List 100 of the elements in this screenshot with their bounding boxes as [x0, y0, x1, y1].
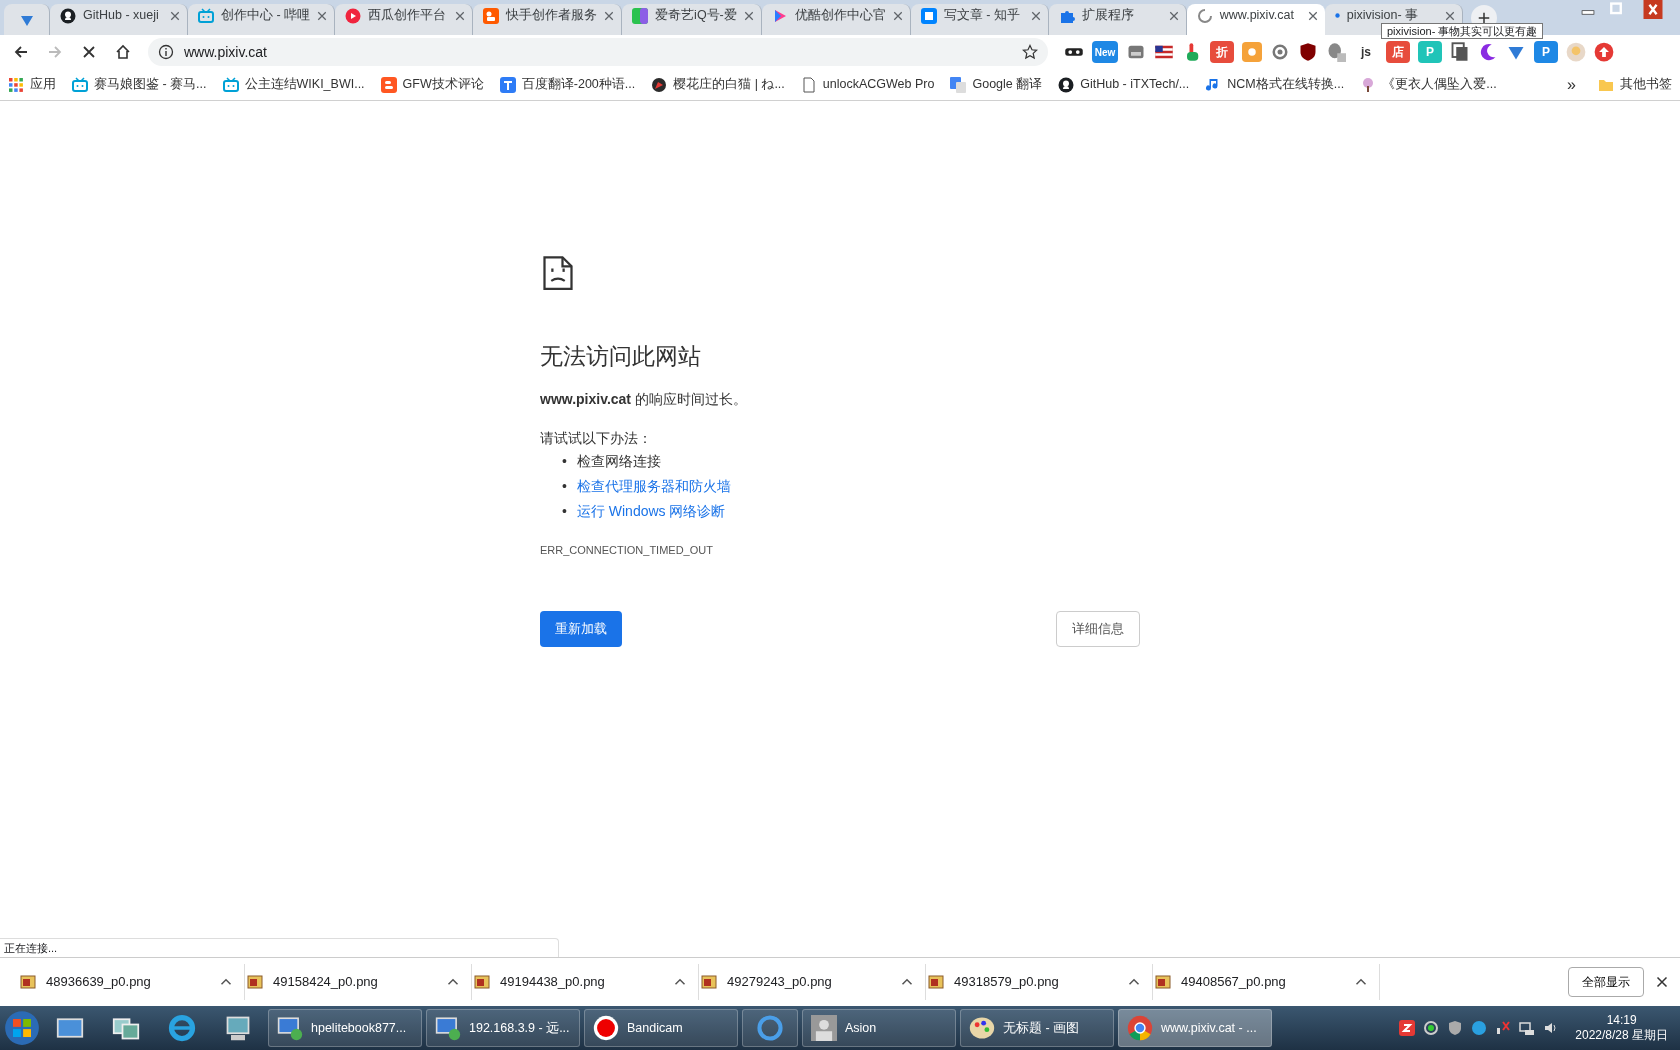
- bookmark-link[interactable]: 百度翻译-200种语...: [521, 75, 636, 94]
- copy-icon[interactable]: [1450, 42, 1470, 62]
- apps-grid-icon: [8, 76, 24, 93]
- suggestion-link[interactable]: 运行 Windows 网络诊断: [576, 500, 726, 522]
- tooltip: pixivision- 事物其实可以更有趣: [1381, 23, 1544, 39]
- moon-icon[interactable]: [1478, 42, 1498, 62]
- tab-title: 创作中心 - 哔哩: [221, 7, 311, 25]
- bookmark-link[interactable]: NCM格式在线转换...: [1227, 75, 1345, 94]
- bullet: •: [562, 476, 567, 496]
- file-icon: [800, 76, 817, 93]
- suggestion-link[interactable]: 检查代理服务器和防火墙: [576, 475, 731, 497]
- plus-icon[interactable]: [1477, 12, 1490, 24]
- taskbar-label: www.pixiv.cat - ...: [1161, 1019, 1257, 1037]
- clock-time: 14:19: [1606, 1013, 1637, 1028]
- target-icon[interactable]: [1270, 42, 1290, 62]
- camera-square-icon: [483, 7, 500, 24]
- suggestion-text: 检查网络连接: [576, 451, 661, 471]
- error-code: ERR_CONNECTION_TIMED_OUT: [540, 542, 714, 558]
- browser-tab[interactable]: 扩展程序: [1048, 4, 1187, 35]
- extension-button[interactable]: 折: [1210, 41, 1234, 63]
- browser-tab[interactable]: 西瓜创作平台: [335, 4, 474, 35]
- bookmark-link[interactable]: GitHub - iTXTech/...: [1080, 75, 1190, 94]
- details-button[interactable]: 详细信息: [1056, 611, 1140, 647]
- image-file-icon: [928, 974, 944, 990]
- close-icon[interactable]: [1307, 10, 1318, 21]
- extension-button[interactable]: P: [1534, 41, 1558, 63]
- rocket-icon: [651, 76, 668, 93]
- blog-logo-icon: [380, 76, 397, 93]
- download-file-name[interactable]: 48936639_p0.png: [46, 972, 210, 992]
- taskbar-label: 无标题 - 画图: [1003, 1019, 1080, 1037]
- remote-desktop-icon: [435, 1015, 461, 1041]
- download-file-name[interactable]: 49408567_p0.png: [1181, 972, 1345, 992]
- taskbar-label: hpelitebook877...: [311, 1019, 407, 1037]
- arrow-up-icon[interactable]: [1594, 42, 1614, 62]
- connection-icon[interactable]: [1519, 1020, 1536, 1036]
- close-icon[interactable]: [1656, 976, 1668, 988]
- gradient-square-icon: [632, 7, 649, 24]
- computer-icon[interactable]: [224, 1014, 252, 1042]
- tab-title: 扩展程序: [1081, 7, 1135, 25]
- start-orb-icon[interactable]: [4, 1010, 40, 1046]
- play-circle-icon: [345, 7, 362, 24]
- image-file-icon: [247, 974, 263, 990]
- status-circle-icon[interactable]: [1423, 1020, 1440, 1036]
- spinner-icon: [1196, 7, 1213, 24]
- browser-tab[interactable]: 写文章 - 知乎: [910, 4, 1049, 35]
- taskbar-button[interactable]: Asion: [802, 1009, 956, 1047]
- taskbar-button[interactable]: [742, 1009, 798, 1047]
- browser-e-icon[interactable]: [168, 1014, 196, 1042]
- chrome-ball-icon: [1127, 1015, 1153, 1041]
- browser-tab[interactable]: www.pixiv.cat: [1186, 4, 1325, 35]
- bookmark-link[interactable]: 樱花庄的白猫 | ね...: [673, 75, 785, 94]
- shield-icon[interactable]: [1298, 42, 1318, 62]
- suggestion-intro: 请试试以下办法：: [540, 428, 653, 448]
- remote-desktop-icon: [277, 1015, 303, 1041]
- info-icon: [158, 44, 174, 60]
- download-file-name[interactable]: 49279243_p0.png: [727, 972, 891, 992]
- image-file-icon: [701, 974, 717, 990]
- tab-title: pixivision- 事: [1346, 7, 1420, 25]
- taskbar-button[interactable]: www.pixiv.cat - ...: [1118, 1009, 1272, 1047]
- browser-tab[interactable]: 快手创作者服务: [473, 4, 623, 35]
- taskbar-label: 192.168.3.9 - 远...: [469, 1019, 570, 1037]
- egg-icon[interactable]: [1326, 42, 1346, 62]
- bookmark-link[interactable]: GFW技术评论: [402, 75, 484, 94]
- bookmark-link[interactable]: unlockACGWeb Pro: [822, 75, 935, 94]
- taskbar-button[interactable]: Bandicam: [584, 1009, 738, 1047]
- bookmark-link[interactable]: 赛马娘图鉴 - 赛马...: [94, 75, 207, 94]
- translate-icon: [950, 76, 967, 93]
- extension-button[interactable]: New: [1092, 41, 1118, 63]
- bookmark-link[interactable]: 应用: [30, 75, 56, 94]
- bookmark-link[interactable]: 公主连结WIKI_BWI...: [244, 75, 365, 94]
- back-arrow-icon: [13, 44, 29, 60]
- bookmark-link[interactable]: 《更衣人偶坠入爱...: [1382, 75, 1497, 94]
- extension-button[interactable]: 店: [1386, 41, 1410, 63]
- portrait-icon: [811, 1015, 837, 1041]
- address-bar[interactable]: www.pixiv.cat: [148, 38, 1048, 66]
- tv-icon: [222, 76, 239, 93]
- browser-tab[interactable]: 优酷创作中心官: [761, 4, 911, 35]
- ime-icon[interactable]: [1399, 1020, 1416, 1036]
- image-file-icon: [474, 974, 490, 990]
- more-bookmarks-button[interactable]: »: [1567, 72, 1576, 97]
- download-file-name[interactable]: 49318579_p0.png: [954, 972, 1118, 992]
- browser-tab[interactable]: 爱奇艺iQ号-爱: [622, 4, 762, 35]
- taskbar-label: Asion: [845, 1019, 877, 1037]
- bookmark-link[interactable]: Google 翻译: [972, 75, 1043, 94]
- taskbar-button[interactable]: 无标题 - 画图: [960, 1009, 1114, 1047]
- clock[interactable]: 14:19 2022/8/28 星期日: [1567, 1013, 1676, 1043]
- bookmark-folder[interactable]: 其他书签: [1620, 75, 1672, 94]
- tab-title: 爱奇艺iQ号-爱: [655, 7, 737, 25]
- shield-icon[interactable]: [1447, 1020, 1464, 1036]
- tab-title: 快手创作者服务: [506, 7, 598, 25]
- browser-tab[interactable]: GitHub - xueji: [50, 4, 188, 35]
- reload-button[interactable]: 重新加载: [540, 611, 622, 647]
- browser-tab[interactable]: 创作中心 - 哔哩: [188, 4, 336, 35]
- square-logo-icon: [920, 7, 937, 24]
- download-file-name[interactable]: 49158424_p0.png: [273, 972, 437, 992]
- taskbar-button[interactable]: hpelitebook877...: [268, 1009, 422, 1047]
- show-all-button[interactable]: 全部显示: [1568, 967, 1644, 997]
- network-error-icon[interactable]: [1495, 1020, 1512, 1036]
- taskbar-button[interactable]: 192.168.3.9 - 远...: [426, 1009, 580, 1047]
- download-file-name[interactable]: 49194438_p0.png: [500, 972, 664, 992]
